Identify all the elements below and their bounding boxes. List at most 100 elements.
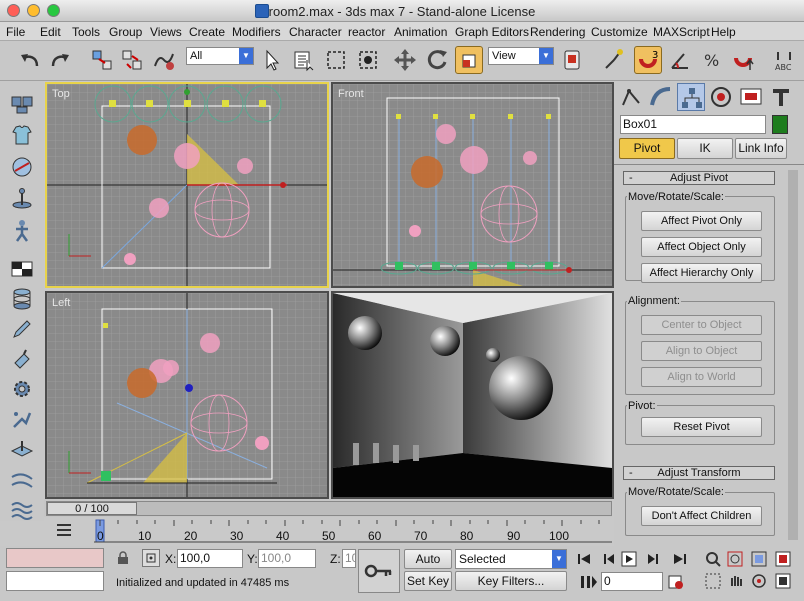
menu-help[interactable]: Help [711, 25, 736, 39]
tab-ik[interactable]: IK [677, 138, 733, 159]
percent-snap-icon[interactable]: % [698, 46, 726, 74]
motion-tab-icon[interactable] [707, 83, 735, 111]
snap-icon[interactable]: 3 [634, 46, 662, 74]
trackbar-menu-icon[interactable] [54, 521, 74, 539]
affect-hierarchy-only-button[interactable]: Affect Hierarchy Only [641, 263, 762, 283]
pencil-icon[interactable] [8, 315, 36, 343]
viewport-left[interactable]: Left [45, 291, 329, 499]
menu-customize[interactable]: Customize [591, 25, 648, 39]
menu-modifiers[interactable]: Modifiers [232, 25, 281, 39]
adjust-transform-rollout-header[interactable]: - Adjust Transform [623, 466, 775, 480]
menu-maxscript[interactable]: MAXScript [653, 25, 710, 39]
set-key-mode-button[interactable] [358, 549, 400, 593]
previous-frame-icon [604, 554, 614, 564]
menu-reactor[interactable]: reactor [348, 25, 385, 39]
menu-rendering[interactable]: Rendering [530, 25, 585, 39]
reference-coord-dropdown[interactable]: View ▼ [488, 47, 554, 65]
object-tools-icon[interactable] [8, 89, 36, 117]
viewport-perspective[interactable] [331, 291, 614, 499]
z-coordinate-field[interactable]: 10 [342, 549, 356, 568]
paint-icon[interactable] [8, 345, 36, 373]
cylinder-icon[interactable] [8, 285, 36, 313]
select-icon[interactable] [258, 46, 286, 74]
utility-icon[interactable] [8, 405, 36, 433]
key-mode-toggle-icon[interactable] [580, 574, 598, 590]
align-to-object-button[interactable]: Align to Object [641, 341, 762, 361]
gear-icon[interactable] [8, 375, 36, 403]
object-color-swatch[interactable] [772, 115, 788, 134]
modify-tab-icon[interactable] [647, 83, 675, 111]
spline-icon[interactable] [8, 465, 36, 493]
lock-icon[interactable] [116, 551, 130, 565]
center-to-object-button[interactable]: Center to Object [641, 315, 762, 335]
reset-pivot-button[interactable]: Reset Pivot [641, 417, 762, 437]
viewport-label-left[interactable]: Left [52, 297, 70, 309]
affect-object-only-button[interactable]: Affect Object Only [641, 237, 762, 257]
maxscript-listener-white[interactable] [6, 571, 104, 591]
menu-file[interactable]: File [6, 25, 25, 39]
shirt-icon[interactable] [8, 121, 36, 149]
menu-views[interactable]: Views [150, 25, 182, 39]
utilities-tab-icon[interactable] [767, 83, 795, 111]
biped-icon[interactable] [8, 217, 36, 245]
select-by-name-icon[interactable] [290, 46, 318, 74]
key-mode-dropdown[interactable]: Selected ▼ [455, 549, 567, 569]
current-frame-field[interactable]: 0 [601, 572, 663, 591]
time-config-icon[interactable] [667, 573, 685, 591]
dont-affect-children-button[interactable]: Don't Affect Children [641, 506, 762, 526]
viewport-label-top[interactable]: Top [52, 88, 70, 100]
unlink-icon[interactable] [118, 46, 146, 74]
align-to-world-button[interactable]: Align to World [641, 367, 762, 387]
move-icon[interactable] [391, 46, 419, 74]
wave-icon[interactable] [8, 495, 36, 523]
reference-coord-value: View [492, 50, 516, 62]
spinner-snap-icon[interactable] [730, 46, 758, 74]
sphere-tools-icon[interactable] [8, 153, 36, 181]
window-crossing-icon[interactable] [354, 46, 382, 74]
x-coordinate-field[interactable]: 100,0 [177, 549, 243, 568]
link-icon[interactable] [88, 46, 116, 74]
trackbar-ticks [94, 519, 612, 543]
maxscript-listener-pink[interactable] [6, 548, 104, 568]
auto-key-button[interactable]: Auto Key [404, 549, 452, 584]
hierarchy-tab-icon[interactable] [677, 83, 705, 111]
named-selection-icon[interactable]: ABC [770, 46, 798, 74]
manipulate-icon[interactable] [600, 46, 628, 74]
helper-icon[interactable] [8, 185, 36, 213]
create-tab-icon[interactable] [617, 83, 645, 111]
key-filters-button[interactable]: Key Filters... [455, 571, 567, 591]
pivot-center-icon[interactable] [558, 46, 586, 74]
affect-pivot-only-button[interactable]: Affect Pivot Only [641, 211, 762, 231]
redo-icon[interactable] [46, 46, 74, 74]
menu-group[interactable]: Group [109, 25, 142, 39]
tab-pivot[interactable]: Pivot [619, 138, 675, 159]
menu-graph-editors[interactable]: Graph Editors [455, 25, 529, 39]
command-panel-scrollbar[interactable] [788, 170, 798, 540]
y-coordinate-field[interactable]: 100,0 [258, 549, 316, 568]
bind-space-warp-icon[interactable] [150, 46, 178, 74]
viewport-label-front[interactable]: Front [338, 88, 364, 100]
rect-region-icon[interactable] [322, 46, 350, 74]
tab-link-info[interactable]: Link Info [735, 138, 787, 159]
menu-tools[interactable]: Tools [72, 25, 100, 39]
menu-create[interactable]: Create [189, 25, 225, 39]
rotate-icon[interactable] [423, 46, 451, 74]
display-tab-icon[interactable] [737, 83, 765, 111]
viewport-front[interactable]: Front [331, 82, 614, 288]
plane-icon[interactable] [8, 435, 36, 463]
menu-edit[interactable]: Edit [40, 25, 61, 39]
angle-snap-icon[interactable] [666, 46, 694, 74]
undo-icon[interactable] [16, 46, 44, 74]
track-bar[interactable]: 0 10 20 30 40 50 60 70 80 90 100 [44, 518, 612, 546]
adjust-pivot-rollout-header[interactable]: - Adjust Pivot [623, 171, 775, 185]
time-slider-thumb[interactable]: 0 / 100 [47, 502, 137, 515]
set-key-button[interactable]: Set Key [404, 571, 452, 591]
object-name-field[interactable]: Box01 [620, 115, 766, 134]
menu-animation[interactable]: Animation [394, 25, 447, 39]
scale-icon[interactable] [455, 46, 483, 74]
absolute-mode-icon[interactable] [142, 549, 160, 567]
checker-icon[interactable] [8, 255, 36, 283]
selection-filter-dropdown[interactable]: All ▼ [186, 47, 254, 65]
menu-character[interactable]: Character [289, 25, 342, 39]
viewport-top[interactable]: Top [45, 82, 329, 288]
